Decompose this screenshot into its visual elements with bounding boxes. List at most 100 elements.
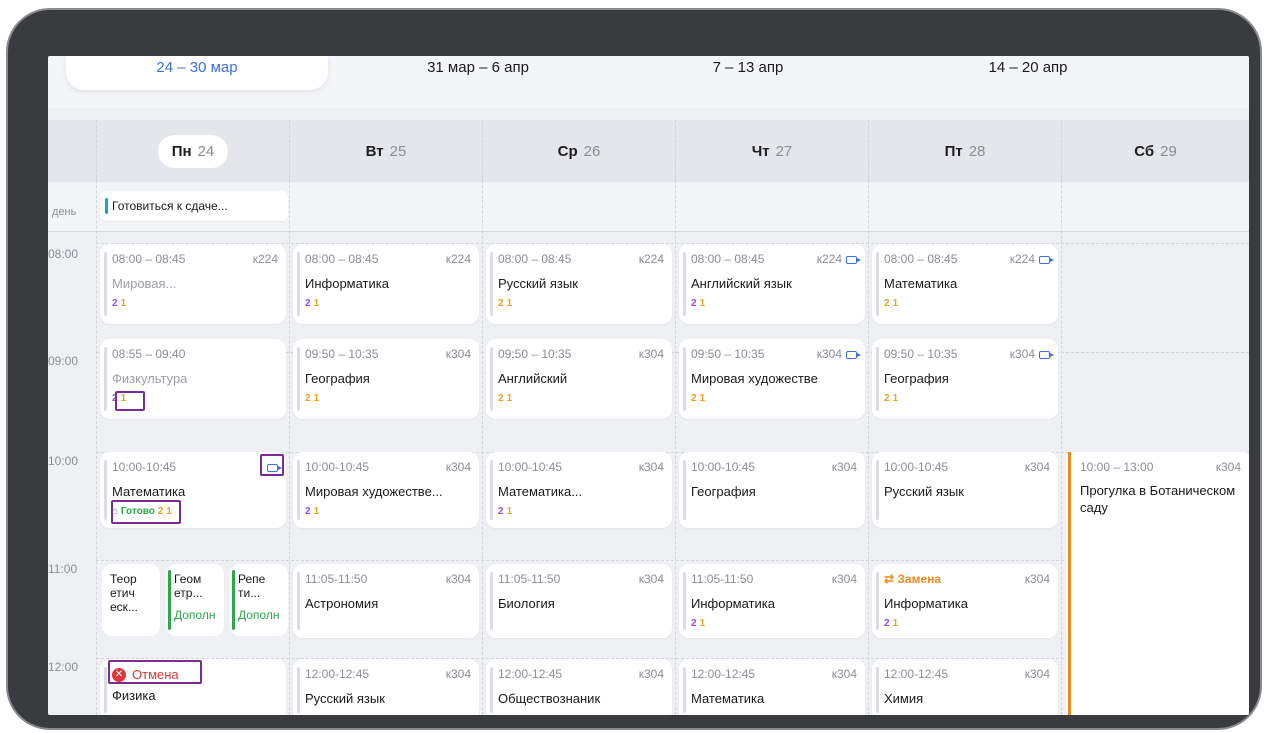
lesson-title: Информатика — [305, 276, 389, 291]
column-divider — [96, 120, 97, 715]
lesson-time: 10:00-10:45 — [305, 460, 370, 474]
badge-count: 2 — [884, 393, 890, 404]
lesson-card[interactable]: 09:50 – 10:35 к304 Мировая художестве 21 — [679, 339, 865, 419]
lesson-title: Английский язык — [691, 276, 792, 291]
day-header-wed[interactable]: Ср 26 — [482, 120, 675, 182]
lesson-time: 08:55 – 09:40 — [112, 347, 186, 361]
lesson-card[interactable]: 12:00-12:45 к304 Математика — [679, 659, 865, 715]
replacement-status: ⇄ Замена — [884, 572, 942, 586]
badge-count: 1 — [699, 393, 706, 404]
lesson-card[interactable]: 09:50 – 10:35 к304 География 21 — [872, 339, 1058, 419]
lesson-card[interactable]: 08:00 – 08:45 к224 Мировая... 21 — [100, 244, 286, 324]
mini-lesson-tag: Дополн — [174, 608, 216, 622]
lesson-time: 09:50 – 10:35 — [884, 347, 958, 361]
lesson-room: к304 — [638, 460, 664, 474]
video-camera-icon[interactable] — [846, 350, 861, 359]
lesson-card[interactable]: 08:00 – 08:45 к224 Математика 21 — [872, 244, 1058, 324]
lesson-title: Физкультура — [112, 371, 188, 386]
lesson-time: 11:05-11:50 — [498, 572, 561, 586]
video-camera-icon[interactable] — [1039, 255, 1054, 264]
badge-count: 2 — [884, 618, 890, 629]
badge-count: 2 — [498, 506, 504, 517]
mini-lesson-card[interactable]: Геом етр... Дополн — [166, 564, 224, 636]
time-label-10: 10:00 — [48, 454, 79, 468]
badge-count: 2 — [691, 393, 697, 404]
lesson-room: к304 — [1009, 347, 1035, 361]
lesson-title: Информатика — [884, 596, 968, 611]
lesson-card[interactable]: 10:00-10:45 к304 Русский язык — [872, 452, 1058, 528]
lesson-title: Русский язык — [305, 691, 385, 706]
week-tab-24-30-mar[interactable]: 24 – 30 мар — [66, 56, 328, 90]
lesson-card[interactable]: 08:00 – 08:45 к224 Информатика 21 — [293, 244, 479, 324]
mini-lesson-card[interactable]: Теор етич еск... — [102, 564, 160, 636]
lesson-card[interactable]: 09:50 – 10:35 к304 География 21 — [293, 339, 479, 419]
lesson-card[interactable]: 10:00-10:45 к304 Математика... 21 — [486, 452, 672, 528]
week-tab-31-mar-6-apr[interactable]: 31 мар – 6 апр — [378, 56, 578, 90]
lesson-card[interactable]: 10:00-10:45 к304 География — [679, 452, 865, 528]
lesson-card[interactable]: 08:00 – 08:45 к224 Русский язык 21 — [486, 244, 672, 324]
video-camera-icon[interactable] — [1039, 350, 1054, 359]
column-divider — [1061, 120, 1062, 715]
lesson-card[interactable]: 08:00 – 08:45 к224 Английский язык 21 — [679, 244, 865, 324]
lesson-card[interactable]: 11:05-11:50 к304 Астрономия — [293, 564, 479, 638]
lesson-room: к304 — [816, 347, 842, 361]
column-divider — [868, 120, 869, 715]
badge-count: 1 — [313, 393, 320, 404]
day-header-sat[interactable]: Сб 29 — [1061, 120, 1249, 182]
lesson-card[interactable]: 11:05-11:50 к304 Биология — [486, 564, 672, 638]
lesson-room: к304 — [638, 667, 664, 681]
lesson-room: к224 — [252, 252, 278, 266]
day-header-fri[interactable]: Пт 28 — [868, 120, 1061, 182]
video-camera-icon[interactable] — [846, 255, 861, 264]
lesson-title: Математика — [884, 276, 958, 291]
event-room: к304 — [1215, 460, 1241, 474]
lesson-title: Информатика — [691, 596, 775, 611]
lesson-title: Химия — [884, 691, 924, 706]
lesson-card[interactable]: 12:00-12:45 к304 Русский язык — [293, 659, 479, 715]
lesson-card[interactable]: 12:00-12:45 к304 Химия — [872, 659, 1058, 715]
badge-count: 2 — [305, 506, 311, 517]
lesson-card[interactable]: 11:05-11:50 к304 Информатика 21 — [679, 564, 865, 638]
lesson-time: 12:00-12:45 — [305, 667, 370, 681]
lesson-time: 08:00 – 08:45 — [884, 252, 958, 266]
mini-lesson-card[interactable]: Репе ти... Дополн — [230, 564, 288, 636]
time-label-08: 08:00 — [48, 247, 79, 261]
lesson-card[interactable]: 10:00-10:45 к304 Мировая художестве... 21 — [293, 452, 479, 528]
all-day-event[interactable]: Готовиться к сдаче... — [100, 191, 288, 221]
lesson-room: к304 — [445, 460, 471, 474]
event-card[interactable]: 10:00 – 13:00 к304 Прогулка в Ботаническо… — [1066, 452, 1249, 715]
lesson-card[interactable]: 12:00-12:45 к304 Обществознаник — [486, 659, 672, 715]
badge-count: 1 — [699, 618, 706, 629]
lesson-room: к304 — [445, 347, 471, 361]
badge-count: 1 — [892, 298, 899, 309]
lesson-time: 09:50 – 10:35 — [691, 347, 765, 361]
mini-lesson-title: Геом етр... — [174, 572, 203, 600]
badge-count: 1 — [506, 393, 513, 404]
badge-count: 1 — [313, 298, 320, 309]
badge-count: 2 — [691, 298, 697, 309]
swap-icon: ⇄ — [884, 572, 898, 586]
badge-count: 2 — [691, 618, 697, 629]
lesson-title: Астрономия — [305, 596, 379, 611]
badge-count: 2 — [305, 298, 311, 309]
highlight-box — [260, 454, 284, 476]
badge-count: 2 — [884, 298, 890, 309]
day-header-tue[interactable]: Вт 25 — [289, 120, 482, 182]
day-header-thu[interactable]: Чт 27 — [675, 120, 868, 182]
lesson-title: Мировая... — [112, 276, 177, 291]
badge-count: 2 — [305, 393, 311, 404]
badge-count: 1 — [313, 506, 320, 517]
lesson-time: 08:00 – 08:45 — [691, 252, 765, 266]
badge-count: 1 — [506, 298, 513, 309]
week-tab-14-20-apr[interactable]: 14 – 20 апр — [928, 56, 1128, 90]
lesson-time: 09:50 – 10:35 — [498, 347, 572, 361]
event-time: 10:00 – 13:00 — [1080, 460, 1154, 474]
lesson-card[interactable]: 09:50 – 10:35 к304 Английский 21 — [486, 339, 672, 419]
time-label-11: 11:00 — [48, 562, 78, 576]
lesson-card[interactable]: ⇄ Замена к304 Информатика 21 — [872, 564, 1058, 638]
lesson-time: 08:00 – 08:45 — [498, 252, 572, 266]
lesson-time: 10:00-10:45 — [691, 460, 756, 474]
day-header-mon[interactable]: Пн 24 — [96, 120, 289, 182]
week-tab-7-13-apr[interactable]: 7 – 13 апр — [648, 56, 848, 90]
lesson-room: к304 — [831, 572, 857, 586]
